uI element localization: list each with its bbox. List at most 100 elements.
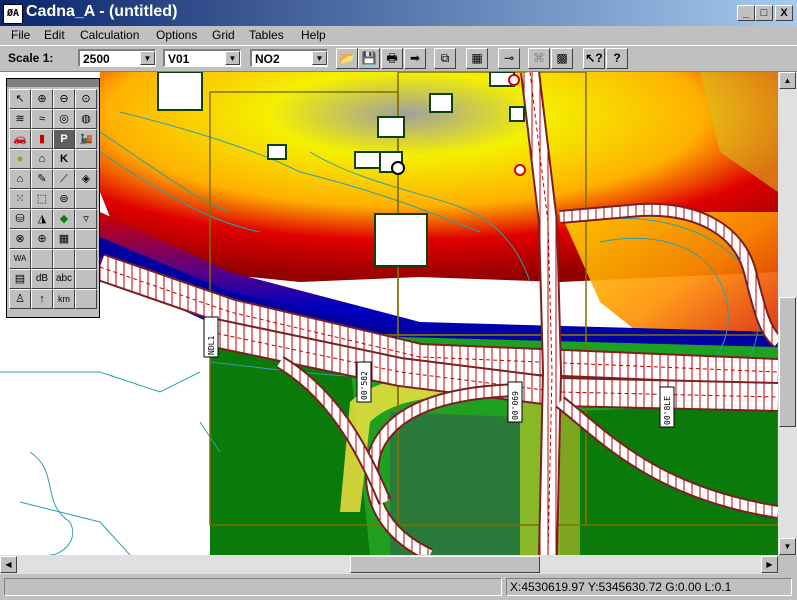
minimize-button[interactable]: _ [737,5,755,21]
cylinder-icon[interactable]: ⛁ [9,209,31,229]
triangle-icon[interactable]: ▿ [75,209,97,229]
save-icon: 💾 [361,51,377,65]
grid-button[interactable]: ▩ [551,48,573,69]
terrain-icon[interactable]: ◮ [31,209,53,229]
app-icon[interactable]: ØA [3,4,23,24]
km-label-icon[interactable]: km [53,289,75,309]
scale-label: Scale 1: [8,51,54,65]
menu-help[interactable]: Help [301,28,326,42]
copy-icon: ⧉ [440,51,450,65]
pointer-icon[interactable]: ↖ [9,89,31,109]
palette-titlebar[interactable] [7,79,99,87]
menu-bar: File Edit Calculation Options Grid Table… [0,26,797,45]
vertical-scroll-thumb[interactable] [779,297,796,427]
scale-value: 2500 [83,52,110,66]
print-button[interactable]: 🖶 [381,48,403,69]
open-button[interactable]: 📂 [336,48,358,69]
window-title: Cadna_A - (untitled) [26,3,178,20]
building-icon[interactable]: ⌂ [31,149,53,169]
scroll-right-button[interactable]: ▶ [761,556,778,573]
empty-slot [31,249,53,269]
tram-icon[interactable]: ◍ [75,109,97,129]
railway-icon[interactable]: ≈ [31,109,53,129]
radar-icon[interactable]: ◎ [53,109,75,129]
title-bar: ØA Cadna_A - (untitled) _ □ X [0,0,797,26]
chevron-down-icon[interactable]: ▼ [140,51,155,65]
coordinate-readout: X:4530619.97 Y:5345630.72 G:0.00 L:0.1 [506,578,792,596]
abc-text-icon[interactable]: abc [53,269,75,289]
variant-value: V01 [168,52,190,66]
status-bar: X:4530619.97 Y:5345630.72 G:0.00 L:0.1 [0,574,797,600]
export-button[interactable]: ➡ [404,48,426,69]
print-icon: 🖶 [386,51,398,65]
train-icon[interactable]: 🚂 [75,129,97,149]
chevron-down-icon[interactable]: ▼ [225,51,240,65]
status-message-panel [4,578,502,596]
disabled-objects-button[interactable]: ⌘ [528,48,550,69]
help-pointer-icon: ↖? [585,51,603,65]
empty-slot [75,189,97,209]
road-label: 00'069 [511,391,520,420]
road-icon[interactable]: ≋ [9,109,31,129]
calculator-icon: ▦ [471,51,483,65]
calculator-button[interactable]: ▦ [466,48,488,69]
menu-options[interactable]: Options [156,28,197,42]
menu-file[interactable]: File [11,28,30,42]
zoom-fit-icon[interactable]: ⊙ [75,89,97,109]
parking-icon[interactable]: P [53,129,75,149]
traffic-light-icon[interactable]: ▮ [31,129,53,149]
toolbar: Scale 1: 2500 ▼ V01 ▼ NO2 ▼ 📂 💾 🖶 ➡ ⧉ ▦ … [0,45,797,72]
globe-icon[interactable]: ⊕ [31,229,53,249]
db-label-icon[interactable]: dB [31,269,53,289]
target-icon[interactable]: ⊗ [9,229,31,249]
wa-icon[interactable]: WA [9,249,31,269]
help-icon: ? [613,51,621,65]
horizontal-scroll-thumb[interactable] [350,556,540,573]
grid-area-icon[interactable]: ▦ [53,229,75,249]
scroll-left-button[interactable]: ◀ [0,556,17,573]
road-label: 00'8LE [663,396,672,425]
scale-select[interactable]: 2500 ▼ [78,49,156,67]
save-button[interactable]: 💾 [358,48,380,69]
copy-button[interactable]: ⧉ [434,48,456,69]
road-label: NDL1 [207,336,216,355]
chart-icon[interactable]: ▤ [9,269,31,289]
chevron-down-icon[interactable]: ▼ [312,51,327,65]
line-icon[interactable]: ⟋ [53,169,75,189]
menu-grid[interactable]: Grid [212,28,235,42]
circle-area-icon[interactable]: ⊚ [53,189,75,209]
horizontal-scrollbar[interactable]: ◀ ▶ [0,555,778,574]
pin-icon: ⊸ [503,51,515,65]
variant-select[interactable]: V01 ▼ [163,49,241,67]
zoom-in-icon[interactable]: ⊕ [31,89,53,109]
reflector-icon[interactable]: ◈ [75,169,97,189]
pin-button[interactable]: ⊸ [498,48,520,69]
context-help-button[interactable]: ↖? [583,48,605,69]
figure-icon[interactable]: ♙ [9,289,31,309]
scroll-down-button[interactable]: ▼ [779,538,796,555]
palette-grid: ↖ ⊕ ⊖ ⊙ ≋ ≈ ◎ ◍ 🚗 ▮ P 🚂 ● ⌂ K ⌂ ✎ ⟋ ◈ ⁙ … [9,89,97,309]
pollutant-select[interactable]: NO2 ▼ [250,49,328,67]
car-icon[interactable]: 🚗 [9,129,31,149]
k-icon[interactable]: K [53,149,75,169]
arrow-up-icon[interactable]: ↑ [31,289,53,309]
zoom-out-icon[interactable]: ⊖ [53,89,75,109]
green-area-icon[interactable]: ◆ [53,209,75,229]
scroll-up-button[interactable]: ▲ [779,72,796,89]
close-button[interactable]: X [775,5,793,21]
map-canvas[interactable]: NDL1 00'582 00'069 00'8LE [0,72,778,555]
menu-edit[interactable]: Edit [44,28,65,42]
help-button[interactable]: ? [606,48,628,69]
vertical-scrollbar[interactable]: ▲ ▼ [778,72,797,555]
pollutant-value: NO2 [255,52,280,66]
menu-tables[interactable]: Tables [249,28,284,42]
noise-map[interactable]: NDL1 00'582 00'069 00'8LE [0,72,778,555]
pen-icon[interactable]: ✎ [31,169,53,189]
empty-slot [53,249,75,269]
house-icon[interactable]: ⌂ [9,169,31,189]
points-icon[interactable]: ⁙ [9,189,31,209]
area-source-icon[interactable]: ⬚ [31,189,53,209]
maximize-button[interactable]: □ [755,5,773,21]
menu-calculation[interactable]: Calculation [80,28,139,42]
circle-source-icon[interactable]: ● [9,149,31,169]
